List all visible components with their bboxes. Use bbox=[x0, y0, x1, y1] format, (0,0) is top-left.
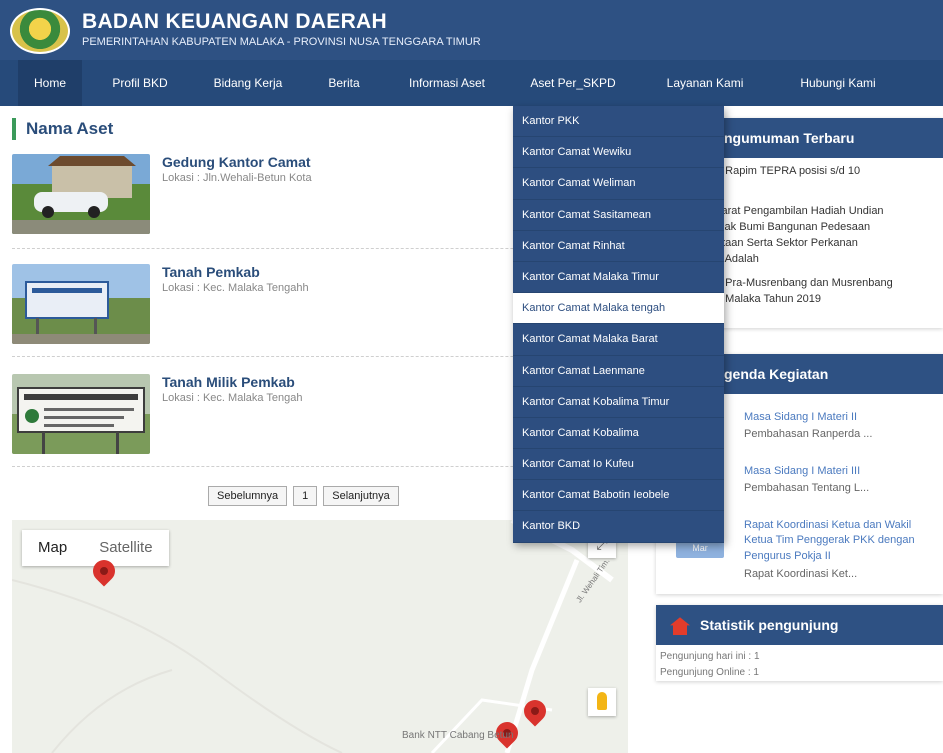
dropdown-item-kantor-pkk[interactable]: Kantor PKK bbox=[513, 106, 724, 138]
map-type-control: Map Satellite bbox=[22, 530, 169, 566]
stats-title: Statistik pengunjung bbox=[700, 617, 839, 633]
dropdown-item-camat-kobalima[interactable]: Kantor Camat Kobalima bbox=[513, 418, 724, 450]
map-place-label: Bank NTT Cabang Betun bbox=[402, 730, 514, 741]
asset-photo[interactable] bbox=[12, 154, 150, 234]
location-map[interactable]: Map Satellite ⤢ Bank NTT Cabang Betun Jl… bbox=[12, 520, 628, 753]
stats-header: Statistik pengunjung bbox=[656, 605, 943, 645]
dropdown-item-camat-weliman[interactable]: Kantor Camat Weliman bbox=[513, 168, 724, 200]
asset-name[interactable]: Tanah Milik Pemkab bbox=[162, 374, 295, 390]
stats-panel: Statistik pengunjung Pengunjung hari ini… bbox=[656, 605, 943, 681]
nav-item-profil-bkd[interactable]: Profil BKD bbox=[94, 60, 186, 106]
dropdown-item-camat-io-kufeu[interactable]: Kantor Camat Io Kufeu bbox=[513, 449, 724, 481]
nav-item-layanan-kami[interactable]: Layanan Kami bbox=[650, 60, 760, 106]
asset-name[interactable]: Gedung Kantor Camat bbox=[162, 154, 311, 170]
agenda-item-desc: Pembahasan Tentang L... bbox=[744, 482, 870, 494]
nav-item-hubungi-kami[interactable]: Hubungi Kami bbox=[782, 60, 894, 106]
pagination: Sebelumnya 1 Selanjutnya bbox=[208, 486, 399, 506]
dropdown-item-camat-kobalima-timur[interactable]: Kantor Camat Kobalima Timur bbox=[513, 387, 724, 418]
site-title: BADAN KEUANGAN DAERAH bbox=[82, 10, 387, 33]
dropdown-item-camat-malaka-timur[interactable]: Kantor Camat Malaka Timur bbox=[513, 262, 724, 294]
asset-photo[interactable] bbox=[12, 374, 150, 454]
aset-per-skpd-dropdown: Kantor PKK Kantor Camat Wewiku Kantor Ca… bbox=[513, 106, 724, 543]
asset-name[interactable]: Tanah Pemkab bbox=[162, 264, 260, 280]
asset-location: Lokasi : Kec. Malaka Tengahh bbox=[162, 282, 309, 294]
prev-page-button[interactable]: Sebelumnya bbox=[208, 486, 288, 506]
nav-item-informasi-aset[interactable]: Informasi Aset bbox=[388, 60, 506, 106]
visitors-today: Pengunjung hari ini : 1 bbox=[660, 651, 760, 662]
nav-item-aset-per-skpd[interactable]: Aset Per_SKPD bbox=[513, 60, 633, 106]
dropdown-item-camat-malaka-barat[interactable]: Kantor Camat Malaka Barat bbox=[513, 324, 724, 356]
nav-item-bidang-kerja[interactable]: Bidang Kerja bbox=[196, 60, 300, 106]
asset-location: Lokasi : Kec. Malaka Tengah bbox=[162, 392, 303, 404]
dropdown-item-camat-laenmane[interactable]: Kantor Camat Laenmane bbox=[513, 356, 724, 387]
main-nav: Home Profil BKD Bidang Kerja Berita Info… bbox=[0, 60, 943, 106]
agenda-item-title[interactable]: Rapat Koordinasi Ketua dan Wakil Ketua T… bbox=[744, 518, 936, 564]
next-page-button[interactable]: Selanjutnya bbox=[323, 486, 399, 506]
government-logo-icon[interactable] bbox=[10, 8, 70, 54]
agenda-item-title[interactable]: Masa Sidang I Materi II bbox=[744, 410, 857, 425]
dropdown-item-camat-babotin-ieobele[interactable]: Kantor Camat Babotin Ieobele bbox=[513, 480, 724, 512]
dropdown-item-camat-wewiku[interactable]: Kantor Camat Wewiku bbox=[513, 137, 724, 169]
site-subtitle: PEMERINTAHAN KABUPATEN MALAKA - PROVINSI… bbox=[82, 36, 481, 48]
dropdown-item-kantor-bkd[interactable]: Kantor BKD bbox=[513, 511, 724, 543]
agenda-item-desc: Rapat Koordinasi Ket... bbox=[744, 568, 858, 580]
page-number-button[interactable]: 1 bbox=[293, 486, 318, 506]
nav-item-berita[interactable]: Berita bbox=[312, 60, 376, 106]
site-header: BADAN KEUANGAN DAERAH PEMERINTAHAN KABUP… bbox=[0, 0, 943, 60]
home-icon bbox=[670, 617, 690, 636]
asset-photo[interactable] bbox=[12, 264, 150, 344]
agenda-item-title[interactable]: Masa Sidang I Materi III bbox=[744, 464, 860, 479]
dropdown-item-camat-malaka-tengah[interactable]: Kantor Camat Malaka tengah bbox=[513, 293, 724, 325]
agenda-item-desc: Pembahasan Ranperda ... bbox=[744, 428, 873, 440]
map-tab-map[interactable]: Map bbox=[22, 530, 83, 566]
map-tab-satellite[interactable]: Satellite bbox=[83, 530, 168, 566]
visitors-online: Pengunjung Online : 1 bbox=[660, 667, 759, 678]
dropdown-item-camat-sasitamean[interactable]: Kantor Camat Sasitamean bbox=[513, 200, 724, 231]
street-view-pegman-icon[interactable] bbox=[588, 688, 616, 716]
section-title: Nama Aset bbox=[12, 118, 113, 140]
nav-item-home[interactable]: Home bbox=[18, 60, 82, 106]
asset-location: Lokasi : Jln.Wehali-Betun Kota bbox=[162, 172, 312, 184]
dropdown-item-camat-rinhat[interactable]: Kantor Camat Rinhat bbox=[513, 231, 724, 262]
